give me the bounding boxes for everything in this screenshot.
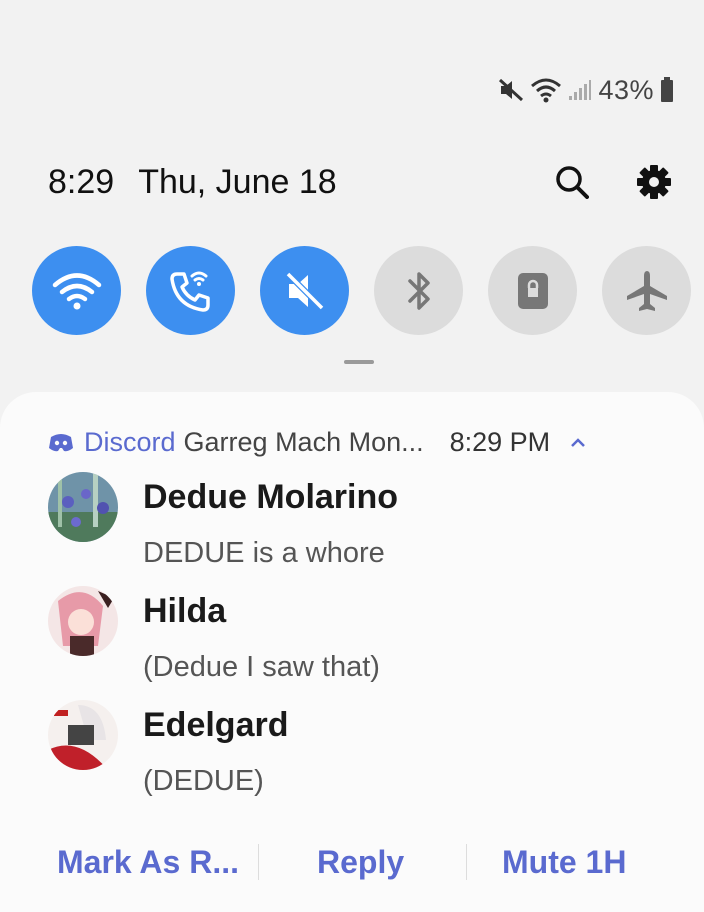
message-text: DEDUE is a whore: [143, 537, 385, 569]
mute-toggle[interactable]: [260, 246, 349, 335]
status-bar: 43%: [498, 72, 674, 108]
message-text: (DEDUE): [143, 765, 264, 797]
avatar: [48, 472, 118, 542]
airplane-icon: [626, 270, 667, 311]
chevron-up-icon[interactable]: [570, 436, 586, 448]
clock: 8:29: [48, 162, 115, 201]
rotation-lock-toggle[interactable]: [488, 246, 577, 335]
sender-name: Hilda: [143, 592, 227, 630]
date: Thu, June 18: [138, 162, 337, 201]
sender-name: Dedue Molarino: [143, 478, 399, 516]
message-text: (Dedue I saw that): [143, 651, 380, 683]
wifi-calling-toggle[interactable]: [146, 246, 235, 335]
wifi-call-icon: [169, 271, 210, 312]
notification-time: 8:29 PM: [449, 426, 551, 457]
signal-icon: [568, 79, 592, 101]
battery-icon: [660, 77, 674, 103]
bluetooth-toggle[interactable]: [374, 246, 463, 335]
discord-notification[interactable]: Discord Garreg Mach Mon... 8:29 PM Dedue…: [0, 392, 704, 912]
wifi-icon: [52, 272, 101, 309]
sender-name: Edelgard: [143, 706, 289, 744]
quick-settings-row: [32, 246, 691, 335]
app-name: Discord: [84, 426, 176, 457]
notification-header: Discord Garreg Mach Mon... 8:29 PM: [48, 422, 654, 462]
wifi-toggle[interactable]: [32, 246, 121, 335]
battery-percent: 43%: [598, 74, 654, 105]
action-divider: [466, 844, 467, 880]
notification-actions: Mark As R... Reply Mute 1H: [0, 832, 704, 892]
airplane-mode-toggle[interactable]: [602, 246, 691, 335]
mark-as-read-button[interactable]: Mark As R...: [57, 844, 239, 881]
action-divider: [258, 844, 259, 880]
reply-button[interactable]: Reply: [317, 844, 404, 881]
mute-1h-button[interactable]: Mute 1H: [502, 844, 626, 881]
channel-name: Garreg Mach Mon...: [183, 426, 424, 457]
mute-icon: [498, 78, 524, 102]
avatar: [48, 700, 118, 770]
quick-panel-header: 8:29 Thu, June 18: [48, 160, 674, 204]
gear-icon[interactable]: [634, 162, 674, 202]
message-item: Dedue Molarino DEDUE is a whore: [48, 472, 398, 570]
lock-icon: [517, 272, 548, 309]
panel-drag-handle[interactable]: [344, 360, 374, 364]
avatar: [48, 586, 118, 656]
mute-icon: [285, 271, 324, 310]
discord-icon: [48, 431, 74, 453]
wifi-icon: [530, 77, 562, 103]
search-icon[interactable]: [552, 162, 592, 202]
message-item: Hilda (Dedue I saw that): [48, 586, 380, 684]
bluetooth-icon: [407, 271, 430, 310]
message-item: Edelgard (DEDUE): [48, 700, 288, 798]
